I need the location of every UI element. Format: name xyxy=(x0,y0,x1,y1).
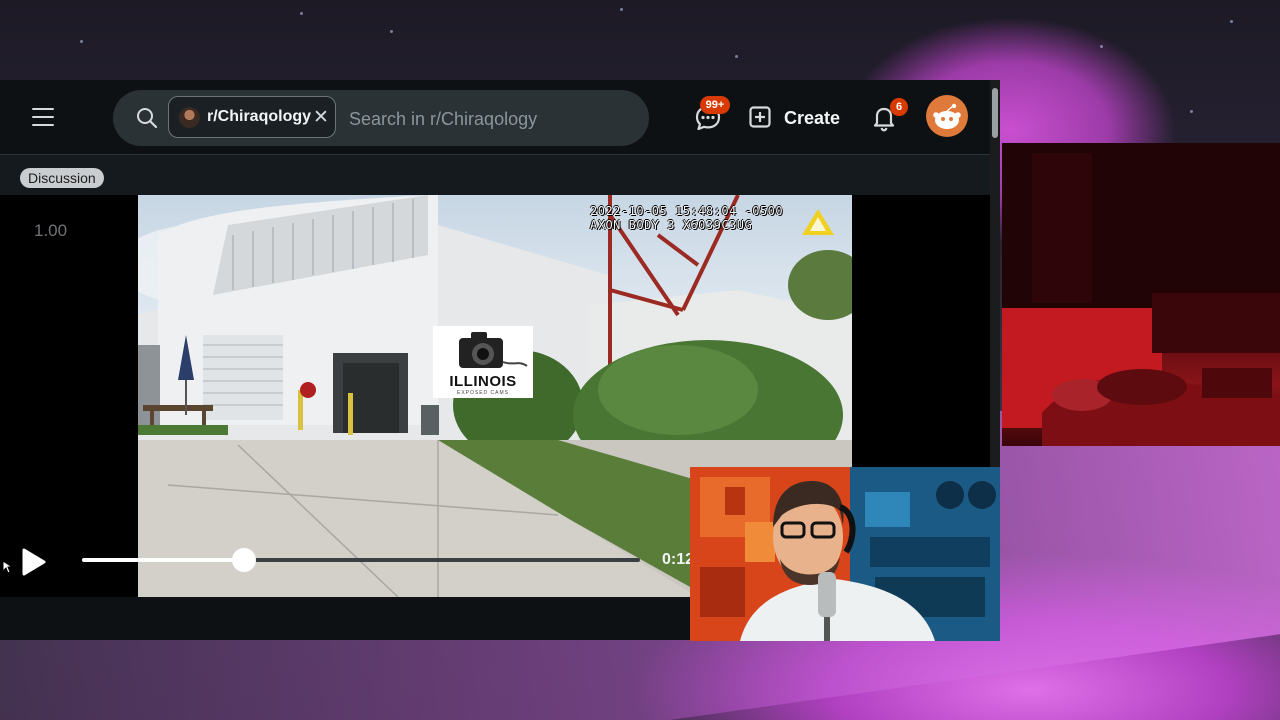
close-icon[interactable]: ✕ xyxy=(313,106,329,129)
chat-badge: 99+ xyxy=(700,96,730,114)
search-input[interactable] xyxy=(347,104,631,134)
notification-badge: 6 xyxy=(890,98,908,116)
snoo-avatar-icon xyxy=(933,103,961,129)
streamer-webcam xyxy=(690,467,1000,641)
bedroom-scene xyxy=(1002,143,1280,446)
menu-icon[interactable] xyxy=(30,106,56,128)
watermark-title: ILLINOIS xyxy=(449,373,517,390)
notifications-button[interactable]: 6 xyxy=(868,98,908,134)
background-sparkle xyxy=(390,30,393,33)
secondary-video-feed xyxy=(1002,143,1280,446)
bodycam-timestamp: 2022-10-05 15:48:04 -0500 xyxy=(590,204,784,218)
plus-square-icon xyxy=(749,106,771,128)
reddit-header: r/Chiraqology ✕ 99+ Create xyxy=(0,80,990,155)
seek-progress xyxy=(82,558,244,562)
community-chip-label: r/Chiraqology xyxy=(207,108,312,125)
avatar[interactable] xyxy=(926,95,968,137)
background-sparkle xyxy=(1190,110,1193,113)
background-sparkle xyxy=(300,12,303,15)
background-sparkle xyxy=(1230,20,1233,23)
post-header-bar xyxy=(0,155,990,195)
search-icon xyxy=(137,108,158,129)
background-sparkle xyxy=(735,55,738,58)
background-sparkle xyxy=(1100,45,1103,48)
community-avatar xyxy=(179,107,200,128)
bodycam-overlay: 2022-10-05 15:48:04 -0500 AXON BODY 3 X6… xyxy=(590,204,783,232)
webcam-scene xyxy=(690,467,1000,641)
create-label: Create xyxy=(784,108,841,128)
cursor-icon xyxy=(2,560,14,574)
community-chip[interactable]: r/Chiraqology ✕ xyxy=(168,96,336,138)
play-icon[interactable] xyxy=(18,546,48,578)
watermark-logo: ILLINOIS EXPOSED CAMS xyxy=(433,326,533,398)
chat-button[interactable]: 99+ xyxy=(692,96,730,134)
post-flair[interactable]: Discussion xyxy=(20,168,104,188)
seek-handle[interactable] xyxy=(231,548,256,572)
bodycam-device: AXON BODY 3 X6039C3UG xyxy=(590,218,753,232)
background-sparkle xyxy=(620,8,623,11)
search-bar[interactable]: r/Chiraqology ✕ xyxy=(113,90,649,146)
playback-rate[interactable]: 1.00 xyxy=(34,221,67,241)
create-button[interactable]: Create xyxy=(746,96,846,138)
camera-icon xyxy=(459,332,528,368)
seek-bar[interactable] xyxy=(82,548,640,572)
scrollbar-thumb[interactable] xyxy=(992,88,998,138)
watermark-subtitle: EXPOSED CAMS xyxy=(456,390,509,396)
background-sparkle xyxy=(80,40,83,43)
